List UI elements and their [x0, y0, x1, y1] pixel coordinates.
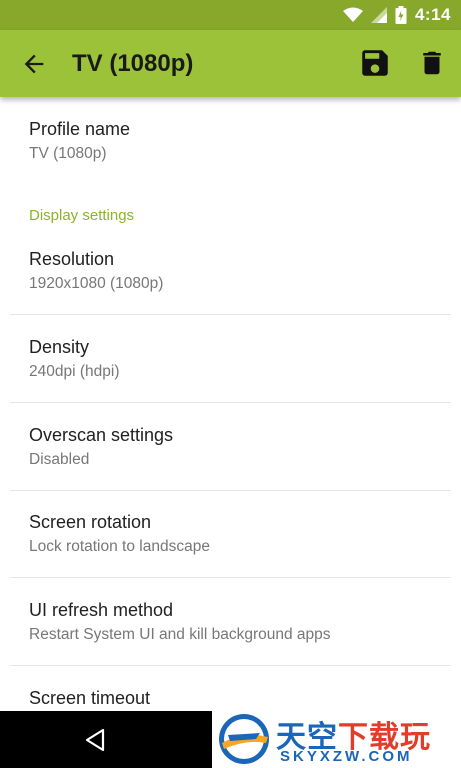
- pref-title: Screen timeout: [29, 688, 151, 708]
- back-arrow-icon[interactable]: [20, 50, 48, 78]
- pref-title: Overscan settings: [29, 425, 174, 445]
- wifi-icon: [342, 7, 363, 22]
- pref-summary: Restart System UI and kill background ap…: [29, 626, 331, 643]
- pref-overscan[interactable]: Overscan settings Disabled: [10, 424, 451, 470]
- watermark: 天空下载玩 SKYXZW.COM: [212, 711, 461, 768]
- pref-resolution[interactable]: Resolution 1920x1080 (1080p): [10, 248, 451, 294]
- battery-icon: [395, 6, 407, 24]
- pref-title: Screen rotation: [29, 512, 152, 532]
- page-title: TV (1080p): [72, 50, 194, 77]
- divider: [10, 314, 451, 315]
- pref-summary: Disabled: [29, 451, 90, 468]
- divider: [10, 665, 451, 666]
- status-bar: 4:14: [0, 0, 461, 30]
- divider: [10, 402, 451, 403]
- divider: [10, 577, 451, 578]
- pref-summary: 240dpi (hdpi): [29, 363, 120, 380]
- watermark-en-text: SKYXZW.COM: [280, 748, 413, 765]
- nav-back-icon[interactable]: [83, 727, 109, 753]
- category-display-settings: Display settings: [29, 207, 135, 224]
- pref-summary: 1920x1080 (1080p): [29, 275, 164, 292]
- pref-summary: Lock rotation to landscape: [29, 538, 210, 555]
- pref-profile-name[interactable]: Profile name TV (1080p): [10, 118, 451, 164]
- pref-screen-rotation[interactable]: Screen rotation Lock rotation to landsca…: [10, 511, 451, 557]
- pref-title: Resolution: [29, 249, 115, 269]
- pref-title: UI refresh method: [29, 600, 174, 620]
- cell-signal-icon: [370, 7, 387, 23]
- pref-title: Profile name: [29, 119, 131, 139]
- pref-title: Density: [29, 337, 90, 357]
- save-icon[interactable]: [358, 46, 392, 80]
- divider: [10, 490, 451, 491]
- site-logo-icon: [219, 714, 269, 764]
- app-toolbar: TV (1080p): [0, 30, 461, 97]
- status-time: 4:14: [414, 5, 451, 24]
- pref-screen-timeout[interactable]: Screen timeout: [10, 687, 451, 709]
- pref-ui-refresh[interactable]: UI refresh method Restart System UI and …: [10, 599, 451, 645]
- pref-summary: TV (1080p): [29, 145, 107, 162]
- pref-density[interactable]: Density 240dpi (hdpi): [10, 336, 451, 382]
- delete-icon[interactable]: [417, 46, 447, 80]
